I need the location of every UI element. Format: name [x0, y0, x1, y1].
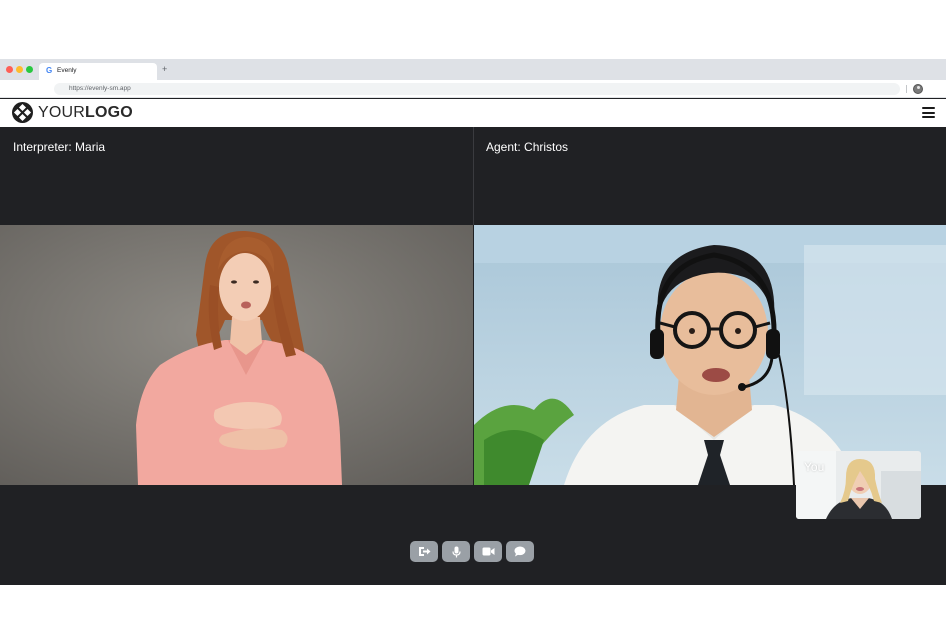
chat-button[interactable]	[506, 541, 534, 562]
browser-address-bar: https://evenly-sm.app	[0, 80, 946, 98]
close-window-button[interactable]	[6, 66, 13, 73]
logo-text: YOURLOGO	[38, 104, 133, 122]
agent-label: Agent: Christos	[486, 140, 569, 154]
url-field[interactable]: https://evenly-sm.app	[54, 83, 900, 95]
participant-divider	[473, 127, 474, 225]
camera-icon	[482, 547, 494, 556]
interpreter-video	[0, 225, 473, 485]
app-header: YOURLOGO	[0, 99, 946, 127]
leave-call-icon	[418, 547, 430, 556]
microphone-button[interactable]	[442, 541, 470, 562]
logo-icon	[12, 102, 33, 123]
interpreter-label: Interpreter: Maria	[13, 140, 106, 154]
screenshot-stage: G Evenly + https://evenly-sm.app YOURLOG…	[0, 0, 946, 644]
tab-title: Evenly	[57, 67, 77, 74]
logo-text-bold: LOGO	[85, 104, 133, 121]
self-view-label: You	[804, 460, 825, 474]
hamburger-menu-icon[interactable]	[922, 107, 935, 118]
self-view-video[interactable]: You	[796, 451, 921, 519]
call-controls	[410, 541, 534, 562]
microphone-icon	[451, 546, 461, 557]
browser-tab-bar: G Evenly +	[0, 59, 946, 80]
logo-text-light: YOUR	[38, 104, 86, 121]
new-tab-button[interactable]: +	[162, 64, 167, 74]
leave-call-button[interactable]	[410, 541, 438, 562]
minimize-window-button[interactable]	[16, 66, 23, 73]
video-call-area: Interpreter: Maria Agent: Christos You	[0, 127, 946, 585]
profile-avatar-icon[interactable]	[913, 84, 923, 94]
maximize-window-button[interactable]	[26, 66, 33, 73]
google-favicon-icon: G	[46, 66, 53, 75]
agent-video	[474, 225, 946, 485]
camera-button[interactable]	[474, 541, 502, 562]
address-bar-separator	[906, 85, 907, 93]
browser-tab[interactable]: G Evenly	[39, 63, 157, 80]
url-text: https://evenly-sm.app	[69, 85, 131, 92]
chat-icon	[514, 546, 526, 557]
browser-window: G Evenly + https://evenly-sm.app YOURLOG…	[0, 59, 946, 585]
